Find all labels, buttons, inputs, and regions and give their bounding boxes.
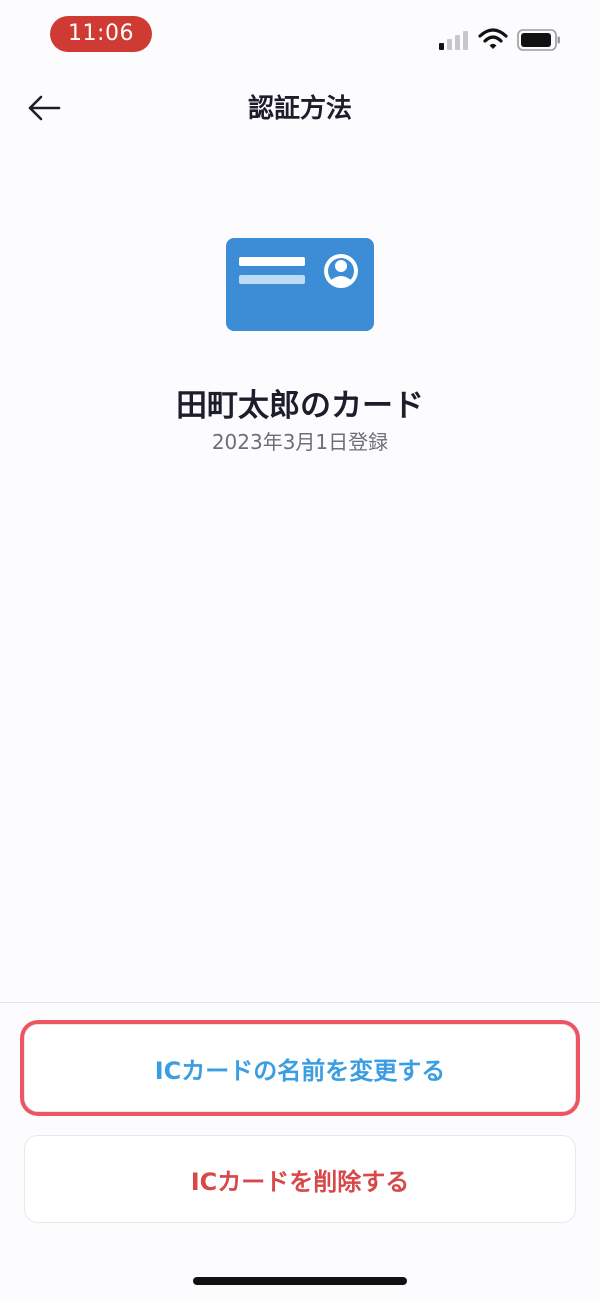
rename-card-button[interactable]: ICカードの名前を変更する [24, 1024, 576, 1112]
header: 認証方法 [0, 70, 600, 145]
registered-date: 2023年3月1日登録 [211, 430, 389, 454]
cellular-signal-icon [439, 31, 468, 50]
battery-icon [517, 29, 560, 51]
page-title: 認証方法 [247, 94, 352, 124]
id-card-icon [226, 238, 374, 331]
wifi-icon [478, 28, 508, 49]
divider [0, 1002, 600, 1003]
status-time: 11:06 [50, 16, 152, 52]
delete-card-button[interactable]: ICカードを削除する [24, 1135, 576, 1223]
status-bar: 11:06 [0, 0, 600, 70]
screen: 11:06 認証方法 田町太郎のカード 2023年3月1日登録 ICカードの名前… [0, 0, 600, 1300]
home-indicator[interactable] [193, 1277, 407, 1285]
card-name: 田町太郎のカード [176, 388, 424, 424]
